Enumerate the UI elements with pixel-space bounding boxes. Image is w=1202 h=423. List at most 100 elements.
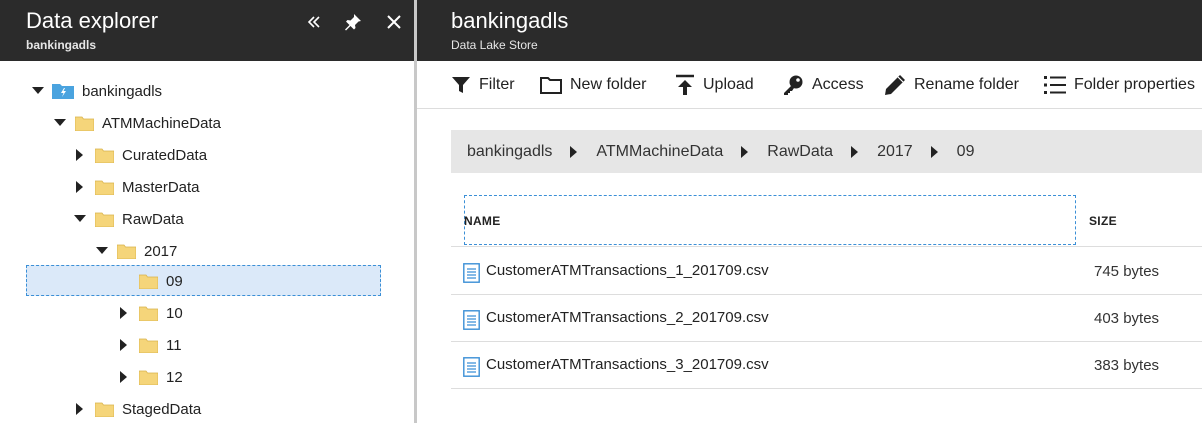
folder-icon xyxy=(139,306,158,321)
file-name[interactable]: CustomerATMTransactions_1_201709.csv xyxy=(486,262,769,279)
collapse-icon[interactable] xyxy=(302,10,326,34)
folder-icon xyxy=(139,370,158,385)
explorer-panel: Data explorer bankingadls bankingadls AT… xyxy=(0,0,414,423)
tree-item-10[interactable]: 10 xyxy=(117,297,183,329)
tree-item-atmmachinedata[interactable]: ATMMachineData xyxy=(53,107,221,139)
tree-item-masterdata[interactable]: MasterData xyxy=(73,171,200,203)
tree-item-label: 12 xyxy=(166,368,183,386)
folder-icon xyxy=(139,338,158,353)
caret-right-icon[interactable] xyxy=(117,370,131,384)
filter-label: Filter xyxy=(479,76,515,93)
name-column-focus xyxy=(464,195,1076,245)
explorer-subtitle: bankingadls xyxy=(26,38,97,52)
breadcrumb-item[interactable]: 2017 xyxy=(877,143,913,161)
upload-button[interactable]: Upload xyxy=(675,73,754,97)
tree-item-label: ATMMachineData xyxy=(102,114,221,132)
breadcrumb-item[interactable]: ATMMachineData xyxy=(596,143,723,161)
content-subtitle: Data Lake Store xyxy=(451,38,538,52)
tree-item-label: 09 xyxy=(166,272,183,290)
filter-icon xyxy=(452,77,470,93)
explorer-header: Data explorer bankingadls xyxy=(0,0,414,61)
tree-item-label: 2017 xyxy=(144,242,178,260)
caret-right-icon[interactable] xyxy=(73,402,87,416)
file-icon xyxy=(463,263,480,283)
key-icon xyxy=(784,75,803,95)
tree-item-2017[interactable]: 2017 xyxy=(95,235,177,267)
close-icon[interactable] xyxy=(382,10,406,34)
selected-row-highlight xyxy=(26,265,381,296)
content-title: bankingadls xyxy=(451,8,569,33)
caret-right-icon[interactable] xyxy=(73,148,87,162)
tree-item-label: RawData xyxy=(122,210,184,228)
file-row[interactable]: CustomerATMTransactions_1_201709.csv 745… xyxy=(451,248,1202,295)
new-folder-label: New folder xyxy=(570,76,647,93)
tree-item-bankingadls[interactable]: bankingadls xyxy=(31,75,162,107)
folder-icon xyxy=(95,402,114,417)
upload-label: Upload xyxy=(703,76,754,93)
access-button[interactable]: Access xyxy=(782,73,864,97)
tree-item-label: CuratedData xyxy=(122,146,208,164)
tree-item-label: 11 xyxy=(166,336,182,354)
folder-icon xyxy=(95,148,114,163)
list-icon xyxy=(1044,76,1066,94)
caret-right-icon[interactable] xyxy=(73,180,87,194)
file-size: 403 bytes xyxy=(1094,310,1160,327)
chevron-right-icon xyxy=(851,145,859,158)
file-list-header: NAME SIZE xyxy=(451,195,1202,247)
folder-icon xyxy=(75,116,94,131)
chevron-right-icon xyxy=(570,145,578,158)
caret-down-icon[interactable] xyxy=(95,244,109,258)
chevron-right-icon xyxy=(741,145,749,158)
size-column-header[interactable]: SIZE xyxy=(1089,214,1117,228)
toolbar: Filter New folder Upload Access Rename f… xyxy=(417,61,1202,109)
tree-item-label: StagedData xyxy=(122,400,202,418)
chevron-right-icon xyxy=(930,145,939,158)
tree-item-label: MasterData xyxy=(122,178,200,196)
pin-icon[interactable] xyxy=(341,10,365,34)
data-explorer-window: Data explorer bankingadls bankingadls AT… xyxy=(0,0,1202,423)
caret-down-icon[interactable] xyxy=(31,84,45,98)
caret-down-icon[interactable] xyxy=(53,116,67,130)
content-header: bankingadls Data Lake Store xyxy=(417,0,1202,61)
tree-item-stageddata[interactable]: StagedData xyxy=(73,393,201,423)
pencil-icon xyxy=(885,75,905,95)
caret-down-icon[interactable] xyxy=(73,212,87,226)
folder-properties-label: Folder properties xyxy=(1074,76,1195,93)
folder-icon xyxy=(95,212,114,227)
file-icon xyxy=(463,310,480,330)
tree-item-11[interactable]: 11 xyxy=(117,329,182,361)
file-icon xyxy=(463,357,480,377)
content-panel: bankingadls Data Lake Store Filter New f… xyxy=(417,0,1202,423)
file-name[interactable]: CustomerATMTransactions_2_201709.csv xyxy=(486,309,769,326)
folder-icon xyxy=(95,180,114,195)
breadcrumb-item[interactable]: RawData xyxy=(767,143,833,161)
folder-icon xyxy=(117,244,136,259)
file-name[interactable]: CustomerATMTransactions_3_201709.csv xyxy=(486,356,769,373)
new-folder-button[interactable]: New folder xyxy=(540,73,646,97)
tree-item-curateddata[interactable]: CuratedData xyxy=(73,139,207,171)
file-row[interactable]: CustomerATMTransactions_2_201709.csv 403… xyxy=(451,295,1202,342)
folder-properties-button[interactable]: Folder properties xyxy=(1044,73,1195,97)
file-size: 745 bytes xyxy=(1094,263,1160,280)
explorer-title: Data explorer xyxy=(26,8,159,33)
folder-icon xyxy=(139,274,158,289)
new-folder-icon xyxy=(540,77,562,94)
caret-right-icon[interactable] xyxy=(117,338,131,352)
breadcrumb-item[interactable]: bankingadls xyxy=(467,143,552,161)
breadcrumb-item[interactable]: 09 xyxy=(957,143,975,161)
adls-store-icon xyxy=(52,83,74,99)
rename-folder-label: Rename folder xyxy=(914,76,1019,93)
file-size: 383 bytes xyxy=(1094,357,1160,374)
rename-folder-button[interactable]: Rename folder xyxy=(884,73,1019,97)
breadcrumb: bankingadls ATMMachineData RawData 2017 … xyxy=(451,130,1202,173)
name-column-header[interactable]: NAME xyxy=(464,214,501,228)
tree-item-label: bankingadls xyxy=(82,82,163,100)
upload-icon xyxy=(676,74,694,95)
filter-button[interactable]: Filter xyxy=(451,73,515,97)
file-row[interactable]: CustomerATMTransactions_3_201709.csv 383… xyxy=(451,342,1202,389)
tree-item-rawdata[interactable]: RawData xyxy=(73,203,184,235)
tree-item-label: 10 xyxy=(166,304,183,322)
tree-item-12[interactable]: 12 xyxy=(117,361,183,393)
caret-right-icon[interactable] xyxy=(117,306,131,320)
tree-item-09[interactable]: 09 xyxy=(139,265,183,297)
